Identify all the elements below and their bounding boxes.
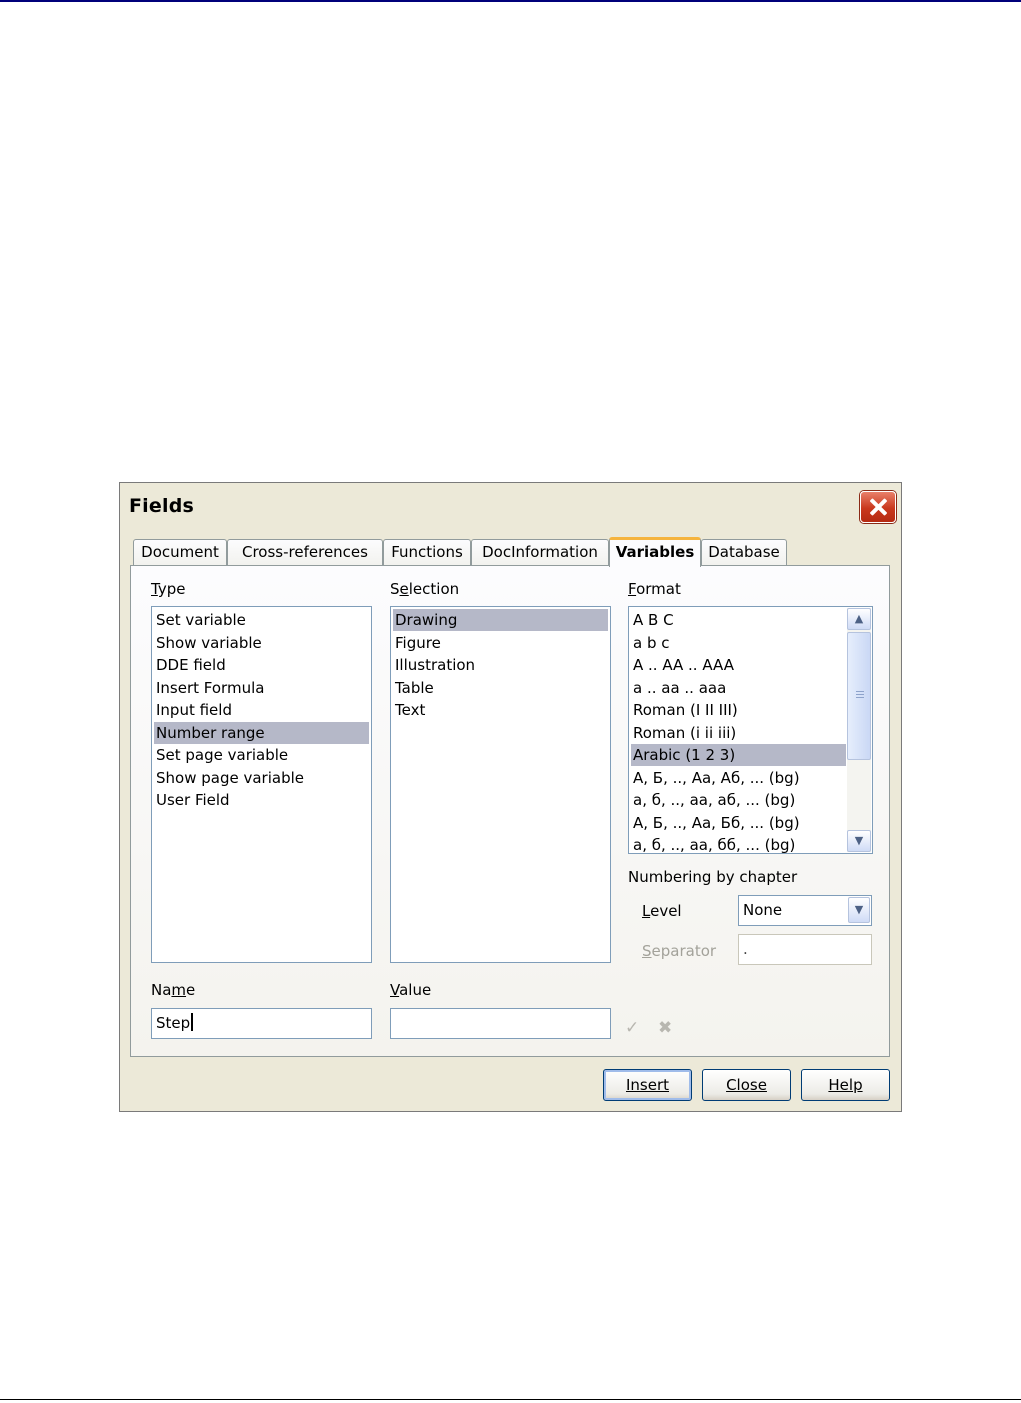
selection-list-item[interactable]: Table <box>393 677 608 699</box>
type-list-item[interactable]: Set variable <box>154 609 369 631</box>
format-list-item[interactable]: Roman (i ii iii) <box>631 722 846 744</box>
type-label: Type <box>151 580 186 598</box>
format-label: Format <box>628 580 681 598</box>
scroll-up-icon[interactable]: ▲ <box>847 608 871 630</box>
type-list-item[interactable]: Set page variable <box>154 744 369 766</box>
type-list-item[interactable]: DDE field <box>154 654 369 676</box>
tab-functions[interactable]: Functions <box>383 539 471 565</box>
type-list-item[interactable]: Number range <box>154 721 369 744</box>
selection-list-item[interactable]: Text <box>393 699 608 721</box>
level-label: Level <box>642 902 682 920</box>
format-list-item[interactable]: a .. aa .. aaa <box>631 677 846 699</box>
numbering-by-chapter-label: Numbering by chapter <box>628 868 798 886</box>
separator-label: Separator <box>642 942 717 960</box>
separator-field[interactable]: . <box>738 934 872 965</box>
format-list-item[interactable]: a b c <box>631 632 846 654</box>
format-list-item[interactable]: Roman (I II III) <box>631 699 846 721</box>
type-list-item[interactable]: Show variable <box>154 632 369 654</box>
level-dropdown[interactable]: None ▼ <box>738 895 872 926</box>
format-list-item[interactable]: а, б, .., аа, аб, ... (bg) <box>631 789 846 811</box>
value-label: Value <box>390 981 432 999</box>
fields-dialog: Fields Document Cross-references Functio… <box>119 482 902 1112</box>
type-listbox[interactable]: User Field Show page variable Set page var… <box>151 606 372 963</box>
help-label: Help <box>828 1076 863 1094</box>
name-field[interactable]: Step <box>151 1008 372 1039</box>
level-value: None <box>743 901 783 919</box>
selection-list-item[interactable]: Illustration <box>393 654 608 676</box>
help-button[interactable]: Help <box>801 1069 890 1101</box>
scroll-down-icon[interactable]: ▼ <box>847 830 871 852</box>
tab-database[interactable]: Database <box>701 539 787 565</box>
scroll-thumb[interactable] <box>847 632 871 760</box>
checkmark-icon[interactable]: ✓ <box>625 1018 639 1038</box>
page-top-rule <box>0 0 1021 2</box>
type-list-item[interactable]: Input field <box>154 699 369 721</box>
grip-icon <box>856 691 864 699</box>
chevron-down-icon[interactable]: ▼ <box>848 897 870 923</box>
tab-document[interactable]: Document <box>133 539 227 565</box>
tab-cross-references[interactable]: Cross-references <box>227 539 383 565</box>
name-value: Step <box>156 1014 191 1032</box>
selection-label: Selection <box>390 580 460 598</box>
page-bottom-rule <box>0 1399 1021 1400</box>
value-field[interactable] <box>390 1008 611 1039</box>
type-list-item[interactable]: Insert Formula <box>154 677 369 699</box>
format-list-item[interactable]: A B C <box>631 609 846 631</box>
format-scrollbar[interactable]: ▲ ▼ <box>847 608 871 852</box>
close-label: Close <box>726 1076 767 1094</box>
type-list-item[interactable]: Show page variable <box>154 767 369 789</box>
text-caret <box>191 1013 194 1031</box>
variables-panel: Type User Field Show page variable Set pag… <box>130 565 890 1057</box>
selection-list-item[interactable]: Figure <box>393 632 608 654</box>
close-button[interactable]: Close <box>702 1069 791 1101</box>
format-list-item[interactable]: а, б, .., аа, бб, ... (bg) <box>631 834 846 853</box>
format-list-item[interactable]: А, Б, .., Аа, Бб, ... (bg) <box>631 812 846 834</box>
format-list-item[interactable]: А, Б, .., Аа, Аб, ... (bg) <box>631 767 846 789</box>
dialog-title: Fields <box>129 495 195 517</box>
format-listbox[interactable]: а, б, .., аа, бб, ... (bg) А, Б, .., Аа, … <box>628 606 873 854</box>
close-icon[interactable] <box>860 491 896 523</box>
tab-docinformation[interactable]: DocInformation <box>471 539 609 565</box>
selection-listbox[interactable]: Text Table Illustration Figure Drawing <box>390 606 611 963</box>
format-list-item[interactable]: A .. AA .. AAA <box>631 654 846 676</box>
name-label: Name <box>151 981 196 999</box>
format-list-item[interactable]: Arabic (1 2 3) <box>631 744 846 766</box>
selection-list-item[interactable]: Drawing <box>393 609 608 631</box>
delete-icon[interactable]: ✖ <box>658 1018 672 1038</box>
type-list-item[interactable]: User Field <box>154 789 369 811</box>
insert-label: Insert <box>625 1076 670 1094</box>
title-bar[interactable]: Fields <box>120 483 901 529</box>
tab-variables[interactable]: Variables <box>609 537 701 567</box>
tab-bar: Document Cross-references Functions DocI… <box>130 537 890 567</box>
insert-button[interactable]: Insert <box>603 1069 692 1101</box>
